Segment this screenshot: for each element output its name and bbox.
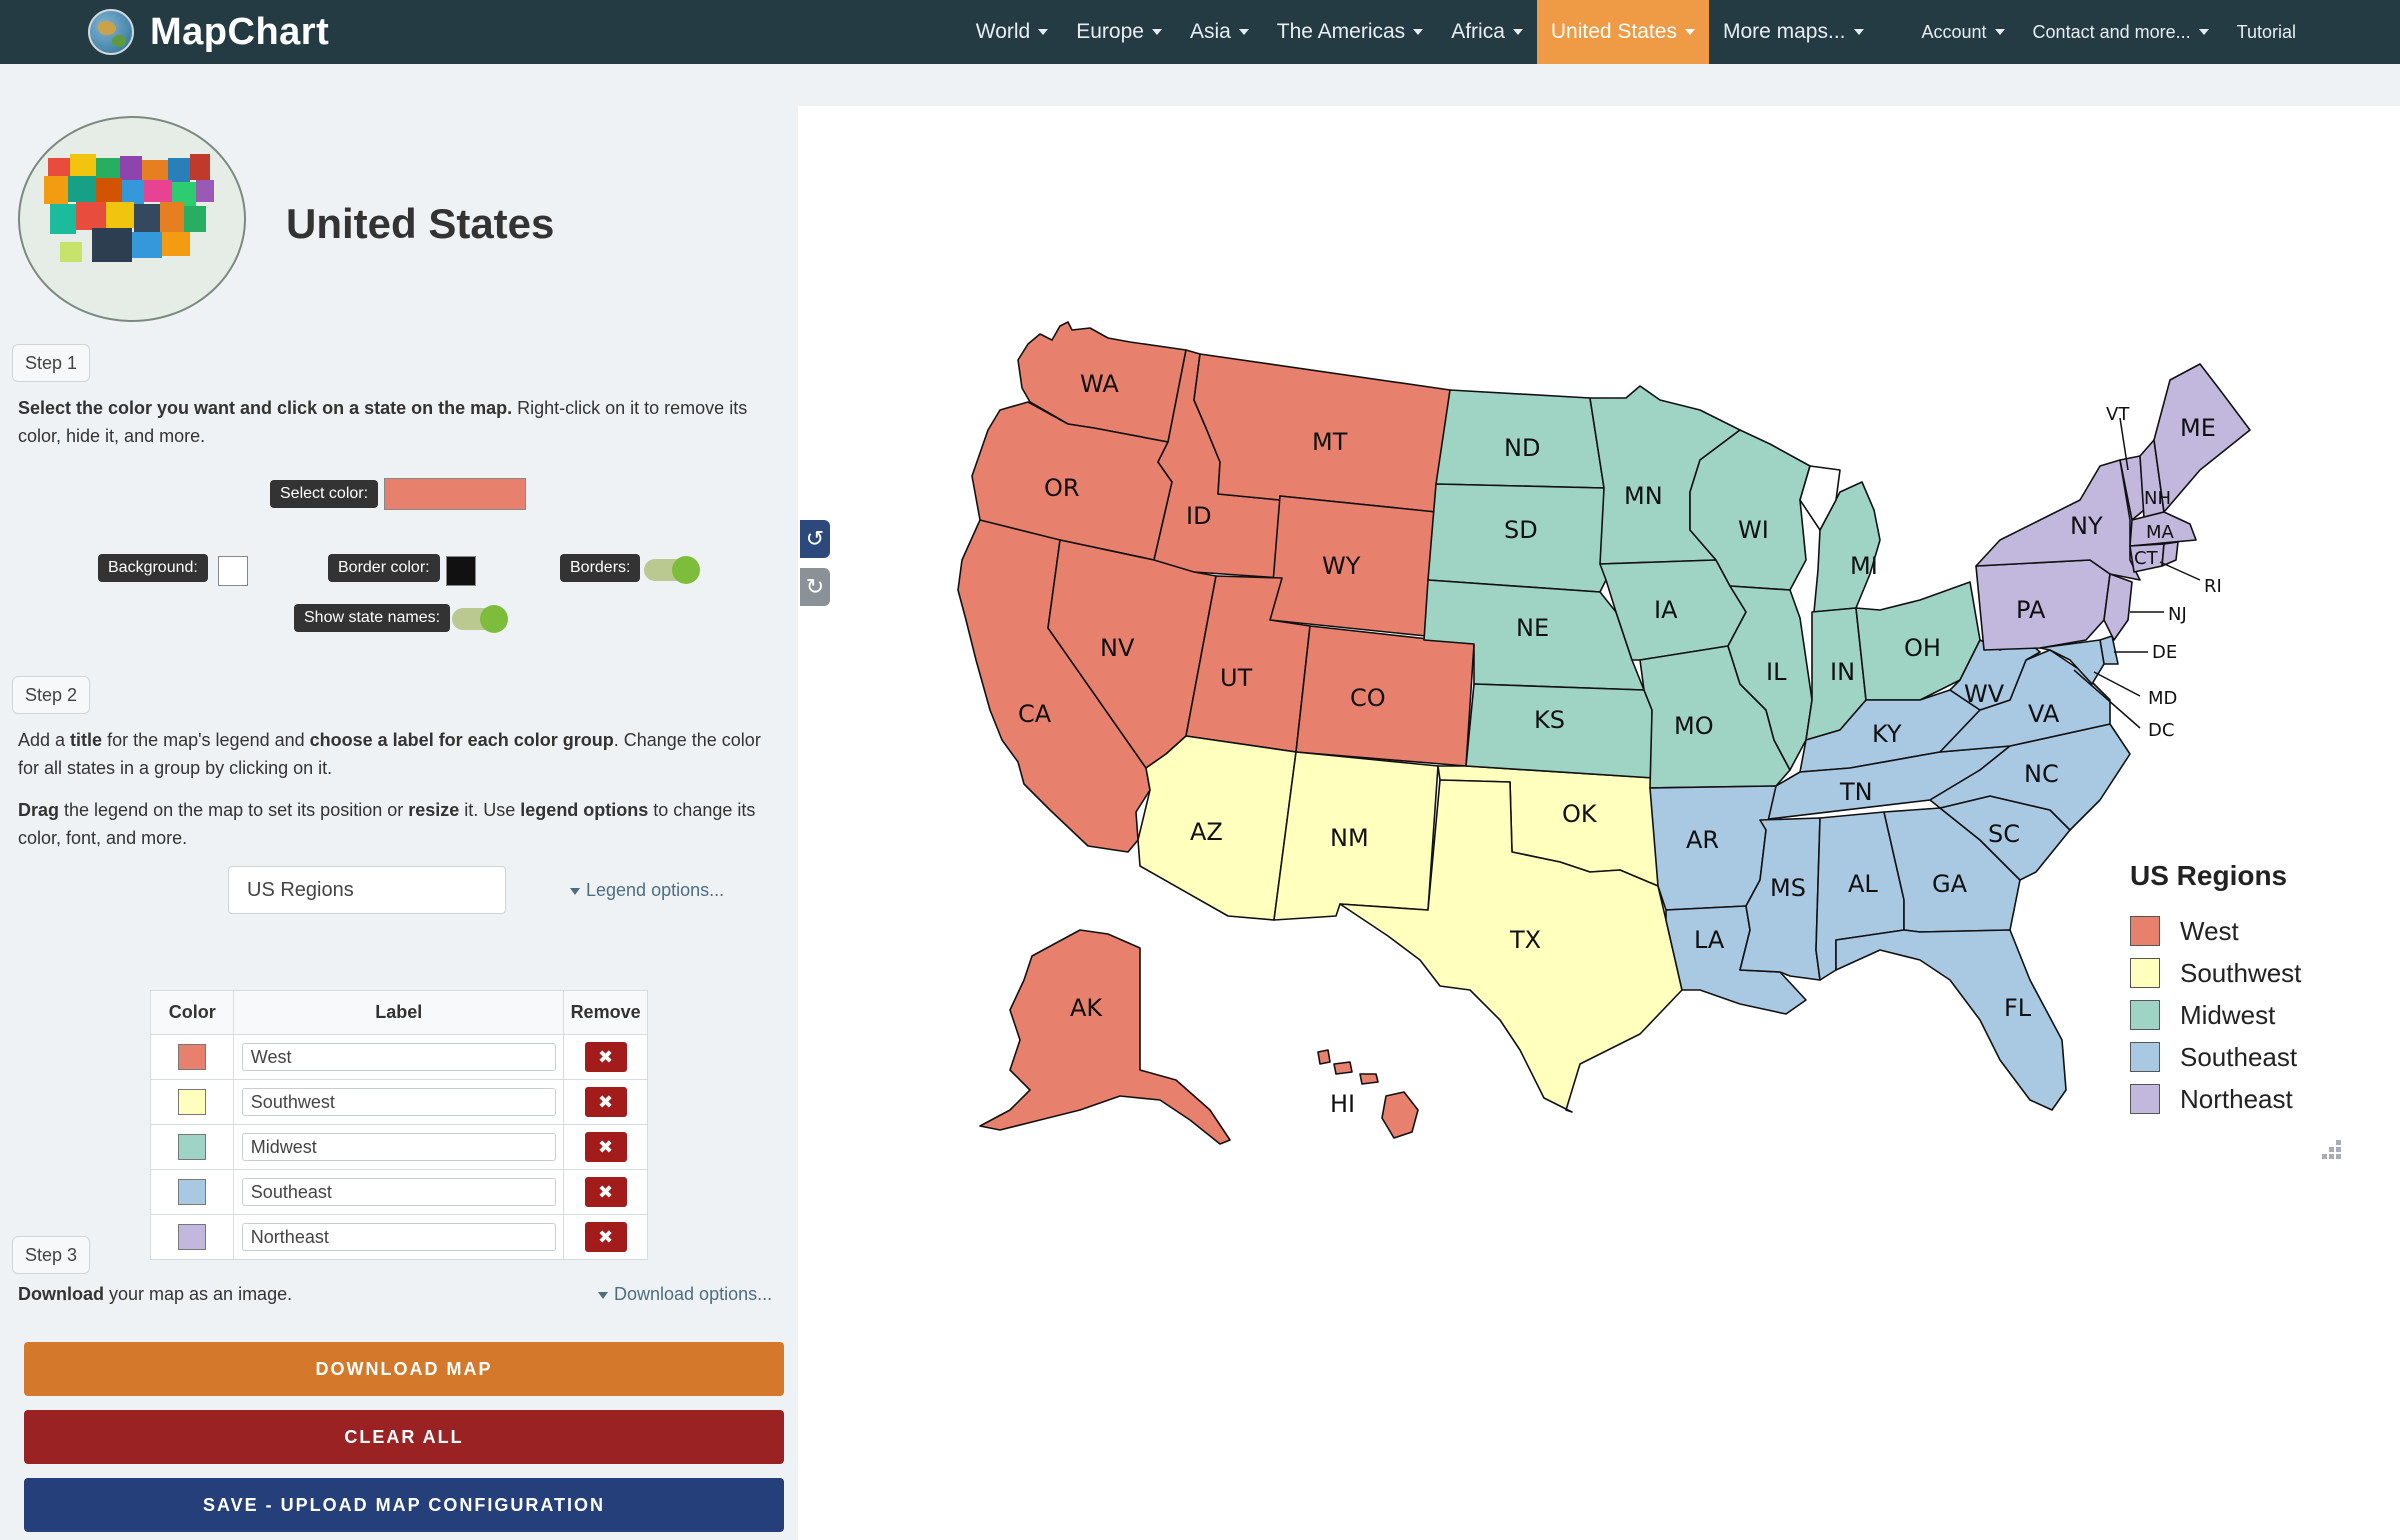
label-or: OR bbox=[1044, 474, 1080, 502]
label-wv: WV bbox=[1964, 680, 2005, 708]
state-ri bbox=[2161, 541, 2179, 567]
label-ks: KS bbox=[1534, 706, 1565, 734]
legend-swatch bbox=[2130, 1000, 2160, 1030]
label-mn: MN bbox=[1624, 482, 1663, 510]
label-ak: AK bbox=[1070, 994, 1103, 1022]
map-legend[interactable]: US Regions West Southwest Midwest Southe… bbox=[2130, 860, 2301, 1120]
label-nc: NC bbox=[2024, 760, 2059, 788]
label-in: IN bbox=[1830, 658, 1855, 686]
label-ct: CT bbox=[2134, 548, 2159, 569]
us-map[interactable]: WA OR CA ID NV MT WY UT CO AZ NM TX OK N… bbox=[0, 0, 2400, 1540]
label-ne: NE bbox=[1516, 614, 1549, 642]
label-nv: NV bbox=[1100, 634, 1135, 662]
legend-item-northeast[interactable]: Northeast bbox=[2130, 1078, 2301, 1120]
legend-swatch bbox=[2130, 916, 2160, 946]
label-wy: WY bbox=[1322, 552, 1361, 580]
label-va: VA bbox=[2028, 700, 2060, 728]
label-il: IL bbox=[1766, 658, 1787, 686]
label-wa: WA bbox=[1080, 370, 1119, 398]
legend-item-west[interactable]: West bbox=[2130, 910, 2301, 952]
legend-swatch bbox=[2130, 1084, 2160, 1114]
label-ky: KY bbox=[1872, 720, 1902, 748]
state-hi-1 bbox=[1317, 1049, 1331, 1065]
label-ia: IA bbox=[1654, 596, 1678, 624]
label-tn: TN bbox=[1839, 778, 1873, 806]
label-az: AZ bbox=[1190, 818, 1223, 846]
legend-item-midwest[interactable]: Midwest bbox=[2130, 994, 2301, 1036]
label-hi: HI bbox=[1330, 1090, 1355, 1118]
state-ak bbox=[979, 929, 1231, 1145]
label-ga: GA bbox=[1932, 870, 1968, 898]
label-nh: NH bbox=[2144, 488, 2171, 509]
label-la: LA bbox=[1694, 926, 1725, 954]
state-hi-4 bbox=[1381, 1091, 1419, 1139]
label-al: AL bbox=[1848, 870, 1878, 898]
state-hi-3 bbox=[1359, 1073, 1379, 1085]
label-md: MD bbox=[2148, 688, 2177, 709]
label-wi: WI bbox=[1738, 516, 1769, 544]
label-fl: FL bbox=[2004, 994, 2032, 1022]
label-ar: AR bbox=[1686, 826, 1719, 854]
label-nj: NJ bbox=[2168, 604, 2187, 625]
legend-item-southeast[interactable]: Southeast bbox=[2130, 1036, 2301, 1078]
label-mo: MO bbox=[1674, 712, 1714, 740]
state-hi-2 bbox=[1333, 1061, 1353, 1075]
label-oh: OH bbox=[1904, 634, 1941, 662]
label-id: ID bbox=[1186, 502, 1212, 530]
label-sc: SC bbox=[1988, 820, 2020, 848]
resize-grip-icon[interactable] bbox=[2320, 1138, 2344, 1162]
label-ok: OK bbox=[1562, 800, 1598, 828]
label-ca: CA bbox=[1018, 700, 1052, 728]
label-dc: DC bbox=[2148, 720, 2174, 741]
label-mt: MT bbox=[1312, 428, 1348, 456]
label-sd: SD bbox=[1504, 516, 1538, 544]
map-legend-title: US Regions bbox=[2130, 860, 2288, 891]
state-nj bbox=[2103, 573, 2133, 641]
label-ri: RI bbox=[2204, 576, 2222, 597]
legend-item-southwest[interactable]: Southwest bbox=[2130, 952, 2301, 994]
state-fl bbox=[1835, 929, 2067, 1111]
label-ms: MS bbox=[1770, 874, 1806, 902]
label-nm: NM bbox=[1330, 824, 1369, 852]
label-nd: ND bbox=[1504, 434, 1540, 462]
label-ny: NY bbox=[2070, 512, 2103, 540]
label-ma: MA bbox=[2146, 522, 2175, 543]
label-de: DE bbox=[2152, 642, 2177, 663]
label-mi: MI bbox=[1850, 552, 1878, 580]
label-vt: VT bbox=[2106, 404, 2130, 425]
label-tx: TX bbox=[1509, 926, 1541, 954]
legend-swatch bbox=[2130, 1042, 2160, 1072]
legend-swatch bbox=[2130, 958, 2160, 988]
label-me: ME bbox=[2180, 414, 2216, 442]
label-co: CO bbox=[1350, 684, 1386, 712]
state-ny bbox=[1975, 459, 2141, 581]
label-ut: UT bbox=[1220, 664, 1253, 692]
label-pa: PA bbox=[2016, 596, 2046, 624]
